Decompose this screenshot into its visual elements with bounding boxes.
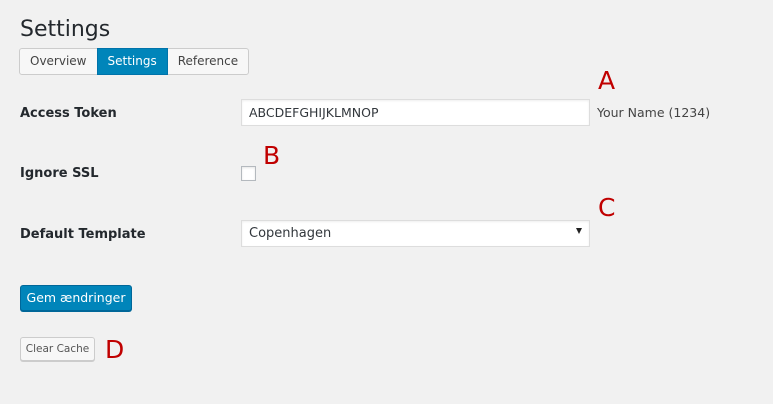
annotation-a: A xyxy=(598,66,616,95)
settings-tabs: Overview Settings Reference xyxy=(19,48,250,75)
ignore-ssl-checkbox[interactable] xyxy=(241,166,256,181)
annotation-b: B xyxy=(263,141,281,170)
clear-cache-button[interactable]: Clear Cache xyxy=(20,337,95,361)
ignore-ssl-label: Ignore SSL xyxy=(20,166,99,181)
default-template-label: Default Template xyxy=(20,227,146,242)
save-changes-button[interactable]: Gem ændringer xyxy=(20,285,132,311)
annotation-c: C xyxy=(598,193,616,222)
page-title: Settings xyxy=(20,17,111,42)
tab-reference[interactable]: Reference xyxy=(166,48,250,75)
tab-settings[interactable]: Settings xyxy=(96,48,168,75)
access-token-label: Access Token xyxy=(20,106,117,121)
tab-overview[interactable]: Overview xyxy=(19,48,98,75)
default-template-select[interactable]: Copenhagen xyxy=(241,220,590,247)
dropdown-arrow-icon xyxy=(576,228,582,234)
annotation-d: D xyxy=(105,335,125,364)
access-token-input[interactable] xyxy=(241,99,590,126)
token-owner-name: Your Name (1234) xyxy=(597,105,711,120)
default-template-value: Copenhagen xyxy=(249,226,332,241)
